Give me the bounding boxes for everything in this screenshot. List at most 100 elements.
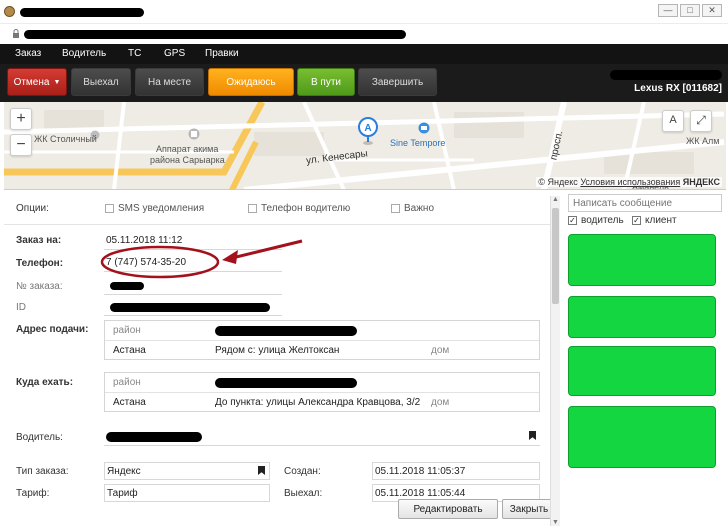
redacted-driver	[106, 432, 202, 442]
order-type-label: Тип заказа:	[16, 466, 69, 477]
order-number-field	[104, 277, 282, 295]
pickup-house-placeholder: дом	[431, 345, 450, 356]
message-input[interactable]	[568, 194, 722, 212]
lock-icon	[13, 29, 19, 38]
pickup-address-label: Адрес подачи:	[16, 324, 89, 335]
important-checkbox[interactable]	[391, 204, 400, 213]
scroll-down-icon[interactable]: ▼	[552, 519, 559, 526]
minimize-button[interactable]: —	[658, 4, 678, 17]
form-scrollbar[interactable]: ▲ ▼	[550, 196, 560, 526]
id-label: ID	[16, 302, 26, 313]
created-label: Создан:	[284, 466, 321, 477]
menu-vehicle[interactable]: ТС	[128, 48, 141, 59]
phone-field[interactable]: 7 (747) 574-35-20	[104, 254, 282, 272]
maximize-button[interactable]: □	[680, 4, 700, 17]
important-label: Важно	[404, 203, 435, 214]
sms-label: SMS уведомления	[118, 203, 205, 214]
menu-driver[interactable]: Водитель	[62, 48, 106, 59]
menu-order[interactable]: Заказ	[15, 48, 41, 59]
copyright-text: © Яндекс	[538, 177, 578, 187]
map-label-zhk-alma: ЖК Алм	[686, 136, 720, 146]
pickup-marker-icon[interactable]: A	[356, 116, 380, 146]
vehicle-label: Lexus RX [011682]	[634, 83, 722, 94]
redacted-driver-name	[610, 70, 722, 80]
tariff-label: Тариф:	[16, 488, 50, 499]
close-button[interactable]: Закрыть	[502, 499, 550, 519]
driver-checkbox[interactable]: ✓	[568, 216, 577, 225]
redacted-id	[110, 303, 270, 312]
chat-message-bubble	[568, 406, 716, 468]
redacted-order-number	[110, 282, 144, 290]
driver-label: Водитель:	[16, 432, 63, 443]
order-type-field[interactable]: Яндекс	[104, 462, 270, 480]
departed-button[interactable]: Выехал	[71, 68, 131, 96]
id-field	[104, 298, 282, 316]
chat-message-bubble	[568, 346, 716, 396]
cancel-button[interactable]: Отмена ▼	[7, 68, 67, 96]
order-number-label: № заказа:	[16, 281, 63, 292]
order-datetime-field[interactable]: 05.11.2018 11:12	[104, 232, 282, 250]
zoom-in-button[interactable]: +	[10, 108, 32, 130]
title-bar: — □ ✕	[0, 0, 728, 24]
fullscreen-button[interactable]: ⤢	[690, 110, 712, 132]
tariff-field[interactable]: Тариф	[104, 484, 270, 502]
phone-label: Телефон:	[16, 258, 64, 269]
driver-field[interactable]	[104, 428, 540, 446]
map[interactable]: + − A ⤢ A ЖК Столичный Аппарат акима рай…	[4, 102, 726, 190]
sms-checkbox[interactable]	[105, 204, 114, 213]
scrollbar-thumb[interactable]	[552, 208, 559, 304]
menu-gps[interactable]: GPS	[164, 48, 185, 59]
edit-button[interactable]: Редактировать	[398, 499, 498, 519]
destination-address-block[interactable]: район Астана До пункта: улицы Александра…	[104, 372, 540, 412]
app-icon	[4, 6, 15, 17]
cancel-label: Отмена	[13, 76, 50, 88]
destination-house-placeholder: дом	[431, 397, 450, 408]
order-type-value: Яндекс	[107, 466, 141, 477]
phone-driver-label: Телефон водителю	[261, 203, 351, 214]
on-site-button[interactable]: На месте	[135, 68, 204, 96]
caret-down-icon: ▼	[53, 78, 61, 86]
driver-checkbox-label: водитель	[581, 215, 624, 226]
map-label-zhk: ЖК Столичный	[34, 134, 97, 144]
divider	[4, 224, 550, 225]
finish-button[interactable]: Завершить	[358, 68, 437, 96]
window-controls: — □ ✕	[658, 4, 722, 17]
pickup-street-row[interactable]: Астана Рядом с: улица Желтоксан дом	[105, 341, 539, 361]
destination-district-row[interactable]: район	[105, 373, 539, 393]
map-mode-button[interactable]: A	[662, 110, 684, 132]
departed-time-label: Выехал:	[284, 488, 323, 499]
redacted-window-title	[20, 8, 144, 17]
redacted-pickup-district	[215, 326, 357, 336]
order-form: Опции: SMS уведомления Телефон водителю …	[4, 190, 550, 528]
yandex-logo: ЯНДЕКС	[682, 177, 720, 187]
scroll-up-icon[interactable]: ▲	[552, 196, 559, 203]
pickup-district-row[interactable]: район	[105, 321, 539, 341]
pickup-address-block[interactable]: район Астана Рядом с: улица Желтоксан до…	[104, 320, 540, 360]
destination-street-row[interactable]: Астана До пункта: улицы Александра Кравц…	[105, 393, 539, 413]
terms-link[interactable]: Условия использования	[580, 177, 680, 187]
phone-driver-checkbox[interactable]	[248, 204, 257, 213]
waiting-button[interactable]: Ожидаюсь	[208, 68, 294, 96]
redacted-destination-district	[215, 378, 357, 388]
client-checkbox-label: клиент	[645, 215, 677, 226]
map-label-akimat-1: Аппарат акима	[156, 144, 219, 154]
bookmark-icon[interactable]	[529, 431, 536, 440]
client-checkbox[interactable]: ✓	[632, 216, 641, 225]
pickup-street: Рядом с: улица Желтоксан	[215, 345, 340, 356]
close-window-button[interactable]: ✕	[702, 4, 722, 17]
destination-city: Астана	[113, 397, 146, 408]
pickup-city: Астана	[113, 345, 146, 356]
address-bar[interactable]	[0, 24, 728, 44]
chat-message-bubble	[568, 234, 716, 286]
map-label-sine-tempore: Sine Tempore	[390, 138, 446, 148]
destination-label: Куда ехать:	[16, 377, 74, 388]
zoom-out-button[interactable]: −	[10, 134, 32, 156]
shop-icon	[418, 122, 430, 134]
options-label: Опции:	[16, 203, 49, 214]
map-label-akimat-2: района Сарыарка	[150, 155, 225, 165]
order-type-bookmark-icon[interactable]	[258, 466, 265, 475]
en-route-button[interactable]: В пути	[297, 68, 355, 96]
chat-message-bubble	[568, 296, 716, 338]
menu-edits[interactable]: Правки	[205, 48, 239, 59]
order-for-label: Заказ на:	[16, 235, 62, 246]
